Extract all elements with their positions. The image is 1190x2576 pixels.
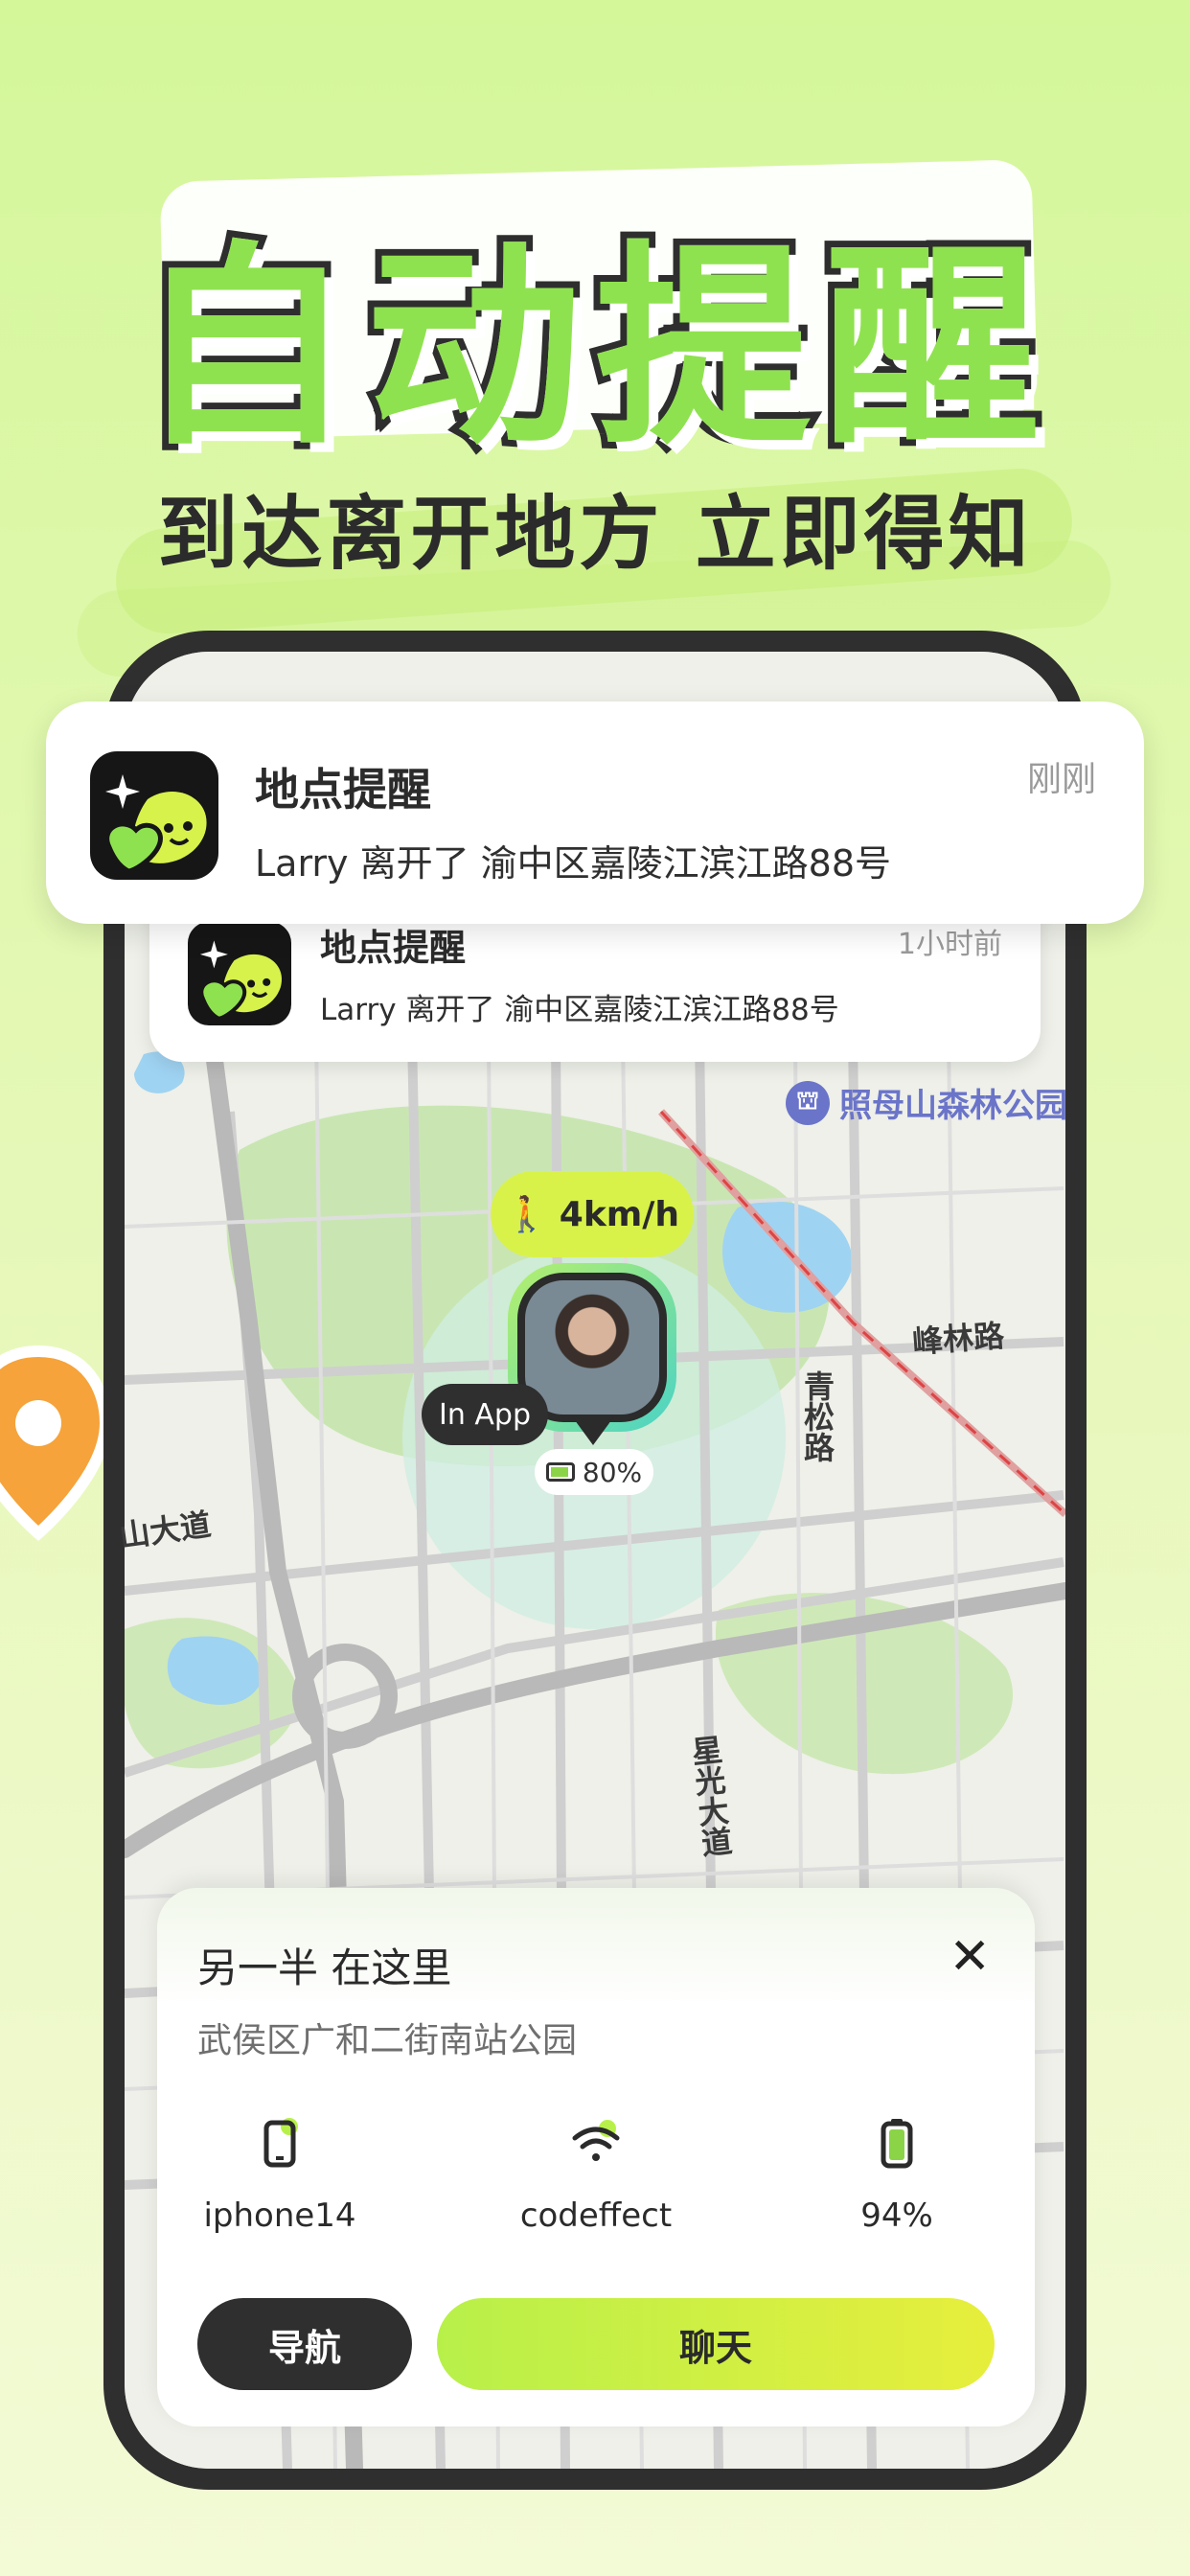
location-pin-icon <box>0 1345 112 1541</box>
avatar-pin-tail <box>572 1416 614 1445</box>
phone-icon <box>263 2118 298 2168</box>
sheet-address: 武侯区广和二街南站公园 <box>197 2021 578 2060</box>
app-icon <box>90 751 218 880</box>
notification-body: Larry 离开了 渝中区嘉陵江滨江路88号 <box>320 993 839 1027</box>
speed-value: 4km/h <box>559 1194 680 1234</box>
notification-title: 地点提醒 <box>255 764 431 816</box>
navigate-button[interactable]: 导航 <box>197 2298 412 2390</box>
walking-icon: 🚶 <box>504 1195 548 1234</box>
wifi-icon <box>572 2120 620 2161</box>
chat-button[interactable]: 聊天 <box>437 2298 995 2390</box>
battery-icon <box>881 2119 913 2169</box>
close-icon[interactable]: ✕ <box>949 1932 991 1982</box>
notification-title: 地点提醒 <box>320 927 467 969</box>
location-sheet: 另一半 在这里 ✕ 武侯区广和二街南站公园 iphone14 codeffect <box>157 1888 1035 2426</box>
notification-card[interactable]: 地点提醒 Larry 离开了 渝中区嘉陵江滨江路88号 刚刚 <box>46 702 1144 924</box>
road-label: 青松路 <box>799 1370 835 1462</box>
road-label: 峰林路 <box>910 1317 1006 1361</box>
battery-chip: 80% <box>535 1449 653 1495</box>
device-name: iphone14 <box>203 2196 356 2235</box>
notification-body: Larry 离开了 渝中区嘉陵江滨江路88号 <box>255 842 892 885</box>
poi-name: 照母山森林公园 <box>839 1087 1067 1125</box>
poi-label[interactable]: ⛫ 照母山森林公园 <box>786 1079 1067 1126</box>
battery-icon <box>545 1462 575 1482</box>
headline: 自动提醒 <box>130 217 1053 481</box>
battery-level: 94% <box>860 2196 933 2235</box>
sheet-title: 另一半 在这里 <box>197 1944 452 1991</box>
wifi-stat: codeffect <box>471 2110 721 2235</box>
park-icon: ⛫ <box>786 1080 830 1125</box>
wifi-name: codeffect <box>519 2196 673 2235</box>
app-icon <box>188 922 291 1025</box>
device-stat: iphone14 <box>155 2110 404 2235</box>
battery-value: 80% <box>582 1456 643 1488</box>
subtitle: 到达离开地方 立即得知 <box>157 487 1033 581</box>
status-badge: In App <box>422 1384 548 1445</box>
notification-time: 1小时前 <box>897 928 1002 961</box>
speed-chip: 🚶 4km/h <box>491 1171 694 1257</box>
battery-stat: 94% <box>772 2110 1021 2235</box>
notification-time: 刚刚 <box>1026 760 1096 799</box>
